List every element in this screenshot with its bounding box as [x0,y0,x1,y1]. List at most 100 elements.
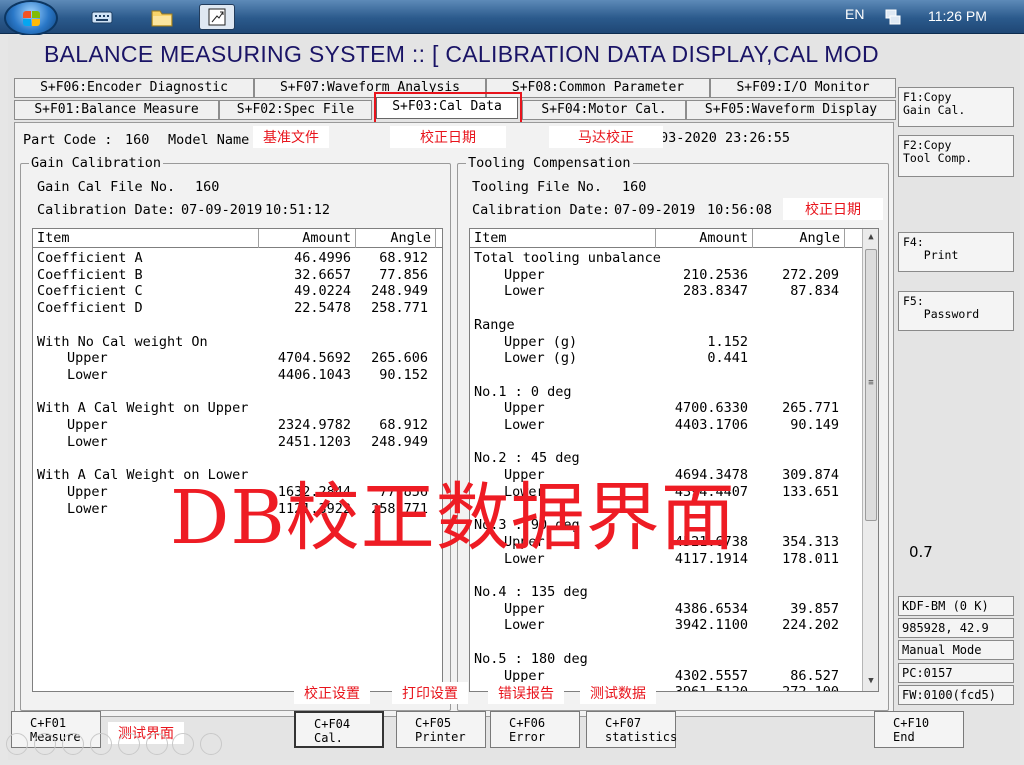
table-row[interactable]: Lower 2451.1203 248.949 [33,434,442,451]
table-row[interactable]: Upper 1632.2844 77.856 [33,484,442,501]
print-button[interactable]: F4: Print [898,232,1014,272]
annotation-cal-settings: 校正设置 [294,682,370,704]
end-button[interactable]: C+F10 End [874,711,964,748]
table-row[interactable]: Lower 4117.1914 178.011 [470,551,878,568]
scroll-up-arrow-icon[interactable]: ▲ [863,229,878,246]
scroll-down-arrow-icon[interactable]: ▼ [863,673,878,690]
cell-item: Upper [504,266,545,283]
copy-tool-comp-button[interactable]: F2:Copy Tool Comp. [898,135,1014,177]
network-icon[interactable] [880,5,906,31]
table-row[interactable]: Total tooling unbalance [470,250,878,267]
cell-item: With A Cal Weight on Upper [37,400,249,417]
cell-item: Coefficient C [37,283,143,300]
col-amount-header[interactable]: Amount [656,229,753,248]
table-row[interactable]: Upper 2324.9782 68.912 [33,417,442,434]
table-row[interactable]: Lower (g) 0.441 [470,350,878,367]
tab-encoder-diagnostic[interactable]: S+F06:Encoder Diagnostic [14,78,254,98]
table-row[interactable] [33,317,442,334]
table-row[interactable]: No.5 : 180 deg [470,651,878,668]
table-row[interactable]: Lower 4403.1706 90.149 [470,417,878,434]
table-row[interactable]: Upper 210.2536 272.209 [470,267,878,284]
camera-control-icon[interactable] [146,733,168,755]
table-row[interactable]: With A Cal Weight on Upper [33,400,442,417]
col-amount-header[interactable]: Amount [259,229,356,248]
table-row[interactable]: Upper 4700.6330 265.771 [470,400,878,417]
balance-app-task-icon[interactable] [199,4,235,30]
cell-item: Upper [67,483,108,500]
more-control-icon[interactable] [200,733,222,755]
fw-indicator: FW:0100(fcd5) [898,685,1014,705]
language-indicator[interactable]: EN [845,6,864,22]
table-row[interactable] [470,501,878,518]
col-item-header[interactable]: Item [470,229,656,248]
table-row[interactable]: Coefficient B 32.6657 77.856 [33,267,442,284]
table-row[interactable] [470,300,878,317]
tooling-compensation-table[interactable]: Item Amount Angle Total tooling unbalanc… [469,228,879,692]
table-row[interactable]: With No Cal weight On [33,334,442,351]
tab-cal-data[interactable]: S+F03:Cal Data [376,97,518,119]
tab-spec-file[interactable]: S+F02:Spec File [219,100,372,120]
back-control-icon[interactable] [6,733,28,755]
table-row[interactable]: Coefficient A 46.4996 68.912 [33,250,442,267]
table-row[interactable]: Upper (g) 1.152 [470,334,878,351]
zoom-control-icon[interactable] [172,733,194,755]
table-row[interactable]: Upper 4386.6534 39.857 [470,601,878,618]
password-button[interactable]: F5: Password [898,291,1014,331]
table-row[interactable]: No.4 : 135 deg [470,584,878,601]
start-button[interactable] [4,0,58,36]
file-explorer-icon[interactable] [144,4,180,30]
tab-waveform-analysis[interactable]: S+F07:Waveform Analysis [254,78,486,98]
table-row[interactable]: Coefficient D 22.5478 258.771 [33,300,442,317]
table-row[interactable] [33,450,442,467]
model-status: KDF-BM (0 K) [898,596,1014,616]
gain-file-no-value: 160 [195,179,220,195]
printer-button[interactable]: C+F05 Printer [396,711,486,748]
cell-item: No.2 : 45 deg [474,450,580,467]
annotation-print-settings: 打印设置 [392,682,468,704]
table-row[interactable]: No.1 : 0 deg [470,384,878,401]
cell-item: Lower [504,483,545,500]
table-row[interactable] [33,384,442,401]
tooling-table-scrollbar[interactable]: ▲ ≡ ▼ [862,229,878,691]
table-row[interactable] [470,367,878,384]
tab-common-parameter[interactable]: S+F08:Common Parameter [486,78,710,98]
windows-taskbar: EN 11:26 PM [0,0,1024,36]
table-row[interactable]: Upper 4704.5692 265.606 [33,350,442,367]
table-row[interactable] [470,434,878,451]
tab-balance-measure[interactable]: S+F01:Balance Measure [14,100,219,120]
col-angle-header[interactable]: Angle [753,229,845,248]
cell-amount: 283.8347 [682,283,748,300]
cal-button[interactable]: C+F04 Cal. [294,711,384,748]
table-row[interactable]: Upper 4694.3478 309.874 [470,467,878,484]
table-row[interactable]: Lower 4394.4407 133.651 [470,484,878,501]
table-row[interactable]: With A Cal Weight on Lower [33,467,442,484]
forward-control-icon[interactable] [34,733,56,755]
table-row[interactable]: Lower 1121.3922 258.771 [33,501,442,518]
gain-calibration-table[interactable]: Item Amount Angle Coefficient A 46.4996 68… [32,228,443,692]
gain-file-no-label: Gain Cal File No. [37,179,176,195]
tab-waveform-display[interactable]: S+F05:Waveform Display [686,100,896,120]
table-row[interactable]: No.2 : 45 deg [470,450,878,467]
home-control-icon[interactable] [118,733,140,755]
table-row[interactable]: Lower 4406.1043 90.152 [33,367,442,384]
table-row[interactable]: Lower 283.8347 87.834 [470,283,878,300]
col-item-header[interactable]: Item [33,229,259,248]
tab-io-monitor[interactable]: S+F09:I/O Monitor [710,78,896,98]
tooling-table-header: Item Amount Angle [470,229,862,248]
keyboard-icon[interactable] [84,4,120,30]
tab-motor-cal[interactable]: S+F04:Motor Cal. [522,100,686,120]
error-button[interactable]: C+F06 Error [490,711,580,748]
table-row[interactable]: Upper 4521.6738 354.313 [470,534,878,551]
clock[interactable]: 11:26 PM [928,8,987,24]
table-row[interactable] [470,567,878,584]
table-row[interactable]: Lower 3942.1100 224.202 [470,617,878,634]
table-row[interactable] [470,634,878,651]
col-angle-header[interactable]: Angle [356,229,436,248]
copy-gain-cal-button[interactable]: F1:Copy Gain Cal. [898,87,1014,127]
table-row[interactable]: Range [470,317,878,334]
pen-control-icon[interactable] [90,733,112,755]
table-row[interactable]: Coefficient C 49.0224 248.949 [33,283,442,300]
table-row[interactable]: No.3 : 90 deg [470,517,878,534]
statistics-button[interactable]: C+F07 statistics [586,711,677,748]
cursor-control-icon[interactable] [62,733,84,755]
